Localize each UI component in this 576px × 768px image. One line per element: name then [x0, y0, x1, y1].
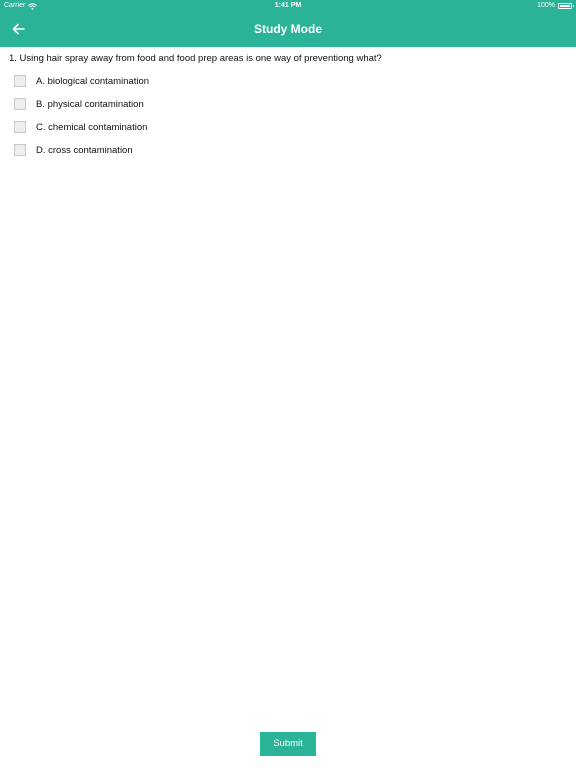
- checkbox[interactable]: [14, 121, 26, 133]
- battery-icon: [558, 3, 574, 9]
- submit-button[interactable]: Submit: [260, 732, 316, 756]
- answer-option-d[interactable]: D. cross contamination: [14, 143, 149, 157]
- app-screen: Carrier 1:41 PM 100% Study Mode 1. Using…: [0, 0, 576, 768]
- status-right: 100%: [537, 0, 574, 12]
- back-button[interactable]: [8, 18, 30, 40]
- checkbox[interactable]: [14, 98, 26, 110]
- answer-options: A. biological contamination B. physical …: [14, 74, 149, 166]
- checkbox[interactable]: [14, 144, 26, 156]
- arrow-left-icon: [8, 18, 30, 40]
- option-label: C. chemical contamination: [36, 121, 148, 133]
- status-bar: Carrier 1:41 PM 100%: [0, 0, 576, 12]
- battery-percent: 100%: [537, 2, 555, 9]
- question-text: 1. Using hair spray away from food and f…: [9, 53, 382, 64]
- checkbox[interactable]: [14, 75, 26, 87]
- status-time: 1:41 PM: [274, 2, 302, 9]
- option-label: D. cross contamination: [36, 144, 133, 156]
- option-label: A. biological contamination: [36, 75, 150, 87]
- answer-option-a[interactable]: A. biological contamination: [14, 74, 149, 88]
- nav-bar: Study Mode: [0, 12, 576, 47]
- answer-option-b[interactable]: B. physical contamination: [14, 97, 149, 111]
- answer-option-c[interactable]: C. chemical contamination: [14, 120, 149, 134]
- header: Carrier 1:41 PM 100% Study Mode: [0, 0, 576, 47]
- option-label: B. physical contamination: [36, 98, 144, 110]
- page-title: Study Mode: [254, 22, 322, 36]
